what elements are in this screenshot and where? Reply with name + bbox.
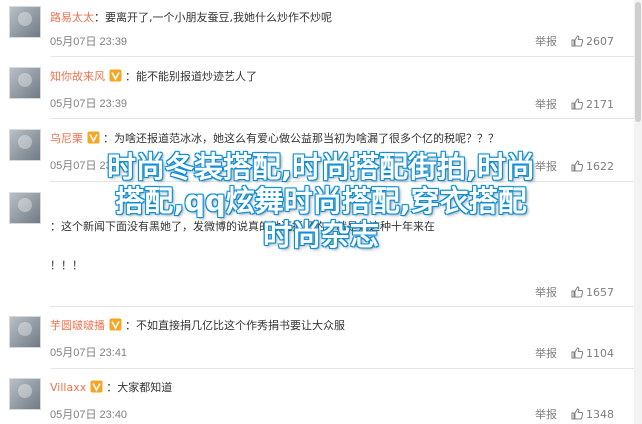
report-button[interactable]: 举报 [535,345,557,361]
divider [50,306,634,307]
comment-feed: 路易太太：要离开了,一个小朋友蚕豆,我她什么炒作不炒呢 05月07日 23:39… [0,0,642,424]
divider [50,56,634,57]
report-label: 举报 [535,408,557,421]
timestamp[interactable]: 05月07日 23:39 [50,95,127,111]
like-count: 1348 [586,407,614,421]
thumbs-up-icon [571,98,583,110]
comment-actions: 举报 2171 [535,96,614,112]
comment-actions: 举报 1622 [535,158,614,174]
comment-text: ：为啥还报道范冰冰，她这么有爱心做公益那当初为啥漏了很多个亿的税呢？？？ [103,132,499,145]
like-button[interactable]: 2171 [571,98,614,111]
like-button[interactable]: 1348 [571,408,614,421]
divider [50,118,634,119]
timestamp[interactable]: 05月07日 23:41 [50,157,127,173]
comment-line: 乌尼栗 ：为啥还报道范冰冰，她这么有爱心做公益那当初为啥漏了很多个亿的税呢？？？ [50,131,634,146]
report-label: 举报 [535,98,557,111]
avatar[interactable] [9,129,41,161]
like-button[interactable]: 1657 [571,286,614,299]
thumbs-up-icon [571,408,583,420]
comment-text: ：大家都知道 [106,381,173,394]
report-button[interactable]: 举报 [535,406,557,422]
report-button[interactable]: 举报 [535,33,557,49]
like-count: 1657 [586,285,614,299]
comment-actions: 举报 1348 [535,406,614,422]
timestamp[interactable]: 05月07日 23:39 [50,33,127,49]
thumbs-up-icon [571,160,583,172]
vip-badge-icon [90,380,103,393]
report-button[interactable]: 举报 [535,284,557,300]
like-count: 1622 [586,159,614,173]
divider [50,181,634,182]
vip-badge-icon [109,69,122,82]
report-button[interactable]: 举报 [535,158,557,174]
like-button[interactable]: 1104 [571,347,614,360]
comment-line: 知你故来风 ：能不能别报道炒迹艺人了 [50,69,634,84]
like-count: 2607 [586,34,614,48]
avatar[interactable] [9,6,41,38]
like-count: 2171 [586,97,614,111]
comment-line: Villaxx ：大家都知道 [50,380,634,395]
comment-actions: 举报 1657 [535,284,614,300]
avatar[interactable] [9,192,41,224]
vip-badge-icon [109,318,122,331]
comment-text: ：不如直接捐几亿比这个作秀捐书要让大众服 [125,319,345,332]
comment-text: ：能不能别报道炒迹艺人了 [125,70,257,83]
avatar[interactable] [9,67,41,99]
comment-line: 路易太太：要离开了,一个小朋友蚕豆,我她什么炒作不炒呢 [50,10,634,25]
divider [50,368,634,369]
username-link[interactable]: 知你故来风 [50,70,105,83]
comment-line: 芋圆啵啵播 ：不如直接捐几亿比这个作秀捐书要让大众服 [50,318,634,333]
username-link[interactable]: 芋圆啵啵播 [50,319,105,332]
like-button[interactable]: 2607 [571,35,614,48]
timestamp[interactable]: 05月07日 23:41 [50,344,127,360]
timestamp[interactable]: 05月07日 23:40 [50,406,127,422]
comment-text: ！！！ [50,259,83,272]
report-button[interactable]: 举报 [535,96,557,112]
comment-text: ：要离开了,一个小朋友蚕豆,我她什么炒作不炒呢 [94,11,332,24]
thumbs-up-icon [571,286,583,298]
comment-line: ！！！ [50,258,634,273]
scrollbar[interactable] [634,0,642,424]
thumbs-up-icon [571,347,583,359]
like-button[interactable]: 1622 [571,160,614,173]
avatar[interactable] [9,316,41,348]
thumbs-up-icon [571,35,583,47]
comment-actions: 举报 1104 [535,345,614,361]
username-link[interactable]: 路易太太 [50,11,94,24]
comment-text: ：这个新闻下面没有黑她了，发微博的说真的她还挺好的，就是她这种十年来在 [50,220,435,233]
scrollbar-thumb[interactable] [635,2,641,122]
username-link[interactable]: Villaxx [50,381,86,394]
comment-actions: 举报 2607 [535,33,614,49]
username-link[interactable]: 乌尼栗 [50,132,83,145]
comment-line: ：这个新闻下面没有黑她了，发微博的说真的她还挺好的，就是她这种十年来在 [50,219,634,234]
avatar[interactable] [9,378,41,410]
report-label: 举报 [535,286,557,299]
vip-badge-icon [87,131,100,144]
report-label: 举报 [535,160,557,173]
report-label: 举报 [535,35,557,48]
report-label: 举报 [535,347,557,360]
like-count: 1104 [586,346,614,360]
